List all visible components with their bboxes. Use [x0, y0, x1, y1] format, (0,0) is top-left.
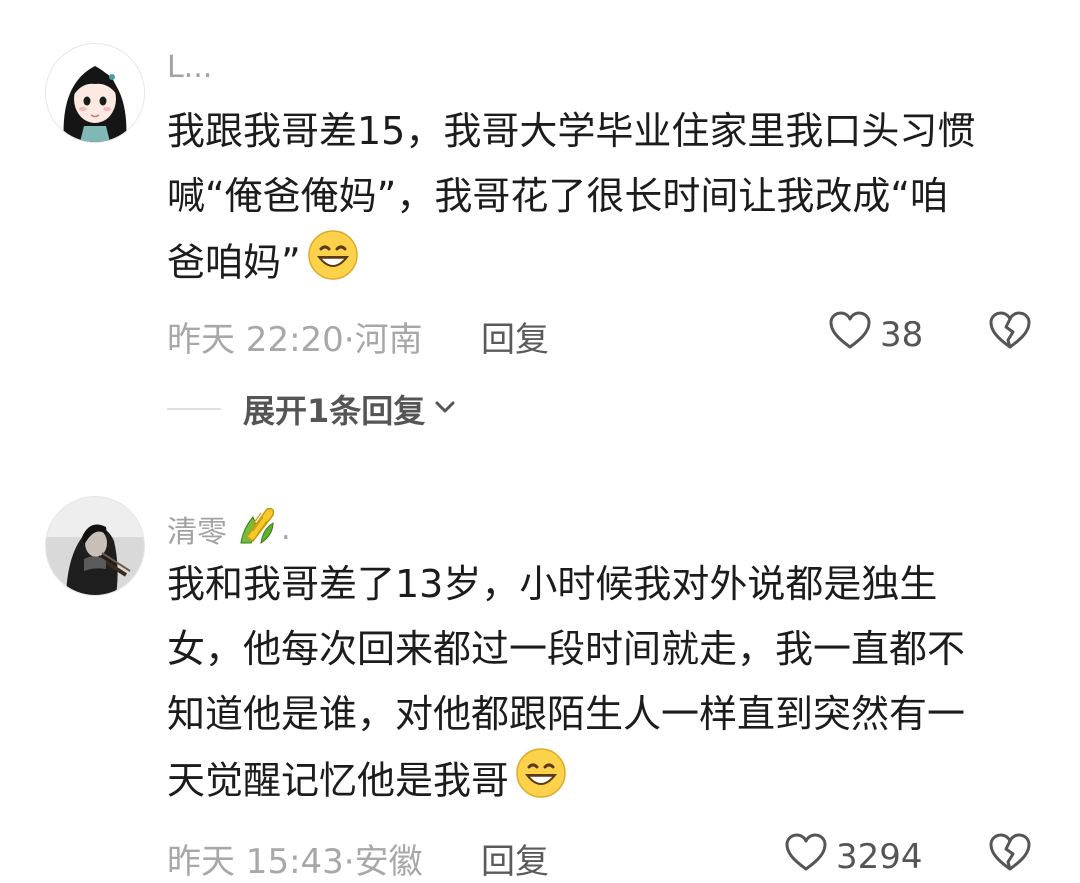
meta-separator: ·	[343, 320, 355, 360]
comment-line: 喊“俺爸俺妈”，我哥花了很长时间让我改成“咱	[167, 174, 949, 218]
comment-line: 天觉醒记忆他是我哥	[167, 747, 965, 819]
comment-meta: 昨天 15:43·安徽	[167, 834, 423, 883]
like-button[interactable]: 38	[828, 310, 923, 359]
corn-icon	[233, 503, 281, 555]
meta-separator: ·	[343, 842, 355, 882]
avatar[interactable]	[45, 496, 145, 596]
heart-icon	[828, 310, 872, 359]
broken-heart-icon	[988, 833, 1032, 876]
username-suffix: .	[281, 511, 291, 547]
timestamp: 昨天 15:43	[167, 842, 344, 882]
comment-text: 我跟我哥差15，我哥大学毕业住家里我口头习惯 喊“俺爸俺妈”，我哥花了很长时间让…	[167, 99, 975, 301]
location: 安徽	[354, 842, 423, 882]
like-count: 3294	[836, 836, 923, 877]
comment-line: 女，他每次回来都过一段时间就走，我一直都不	[167, 627, 966, 671]
grinning-sweat-emoji-icon	[515, 747, 567, 819]
grinning-sweat-emoji-icon	[307, 229, 359, 301]
divider	[167, 408, 221, 410]
reply-button[interactable]: 回复	[481, 312, 549, 361]
comment-line: 爸咱妈”	[167, 229, 975, 301]
avatar[interactable]	[45, 43, 145, 143]
chevron-down-icon	[433, 397, 457, 421]
comment-line-text: 天觉醒记忆他是我哥	[167, 758, 510, 803]
comment-meta: 昨天 22:20·河南	[167, 312, 423, 361]
username[interactable]: 清零 .	[167, 503, 291, 555]
username[interactable]: L...	[167, 50, 212, 85]
broken-heart-icon	[988, 311, 1032, 354]
dislike-button[interactable]	[988, 832, 1032, 876]
username-text: 清零	[167, 515, 227, 550]
comment-text: 我和我哥差了13岁，小时候我对外说都是独生 女，他每次回来都过一段时间就走，我一…	[167, 552, 965, 819]
comment-line: 知道他是谁，对他都跟陌生人一样直到突然有一	[167, 692, 966, 736]
dislike-button[interactable]	[988, 310, 1032, 354]
expand-replies-label: 展开1条回复	[243, 392, 426, 430]
location: 河南	[354, 320, 423, 360]
like-count: 38	[880, 314, 924, 355]
timestamp: 昨天 22:20	[167, 320, 344, 360]
reply-button[interactable]: 回复	[481, 834, 549, 883]
comment-line: 我和我哥差了13岁，小时候我对外说都是独生	[167, 562, 938, 606]
expand-replies-button[interactable]: 展开1条回复	[167, 386, 457, 432]
like-button[interactable]: 3294	[784, 832, 923, 881]
comment-line: 我跟我哥差15，我哥大学毕业住家里我口头习惯	[167, 109, 976, 153]
comment-line-text: 爸咱妈”	[167, 240, 301, 285]
heart-icon	[784, 832, 828, 881]
